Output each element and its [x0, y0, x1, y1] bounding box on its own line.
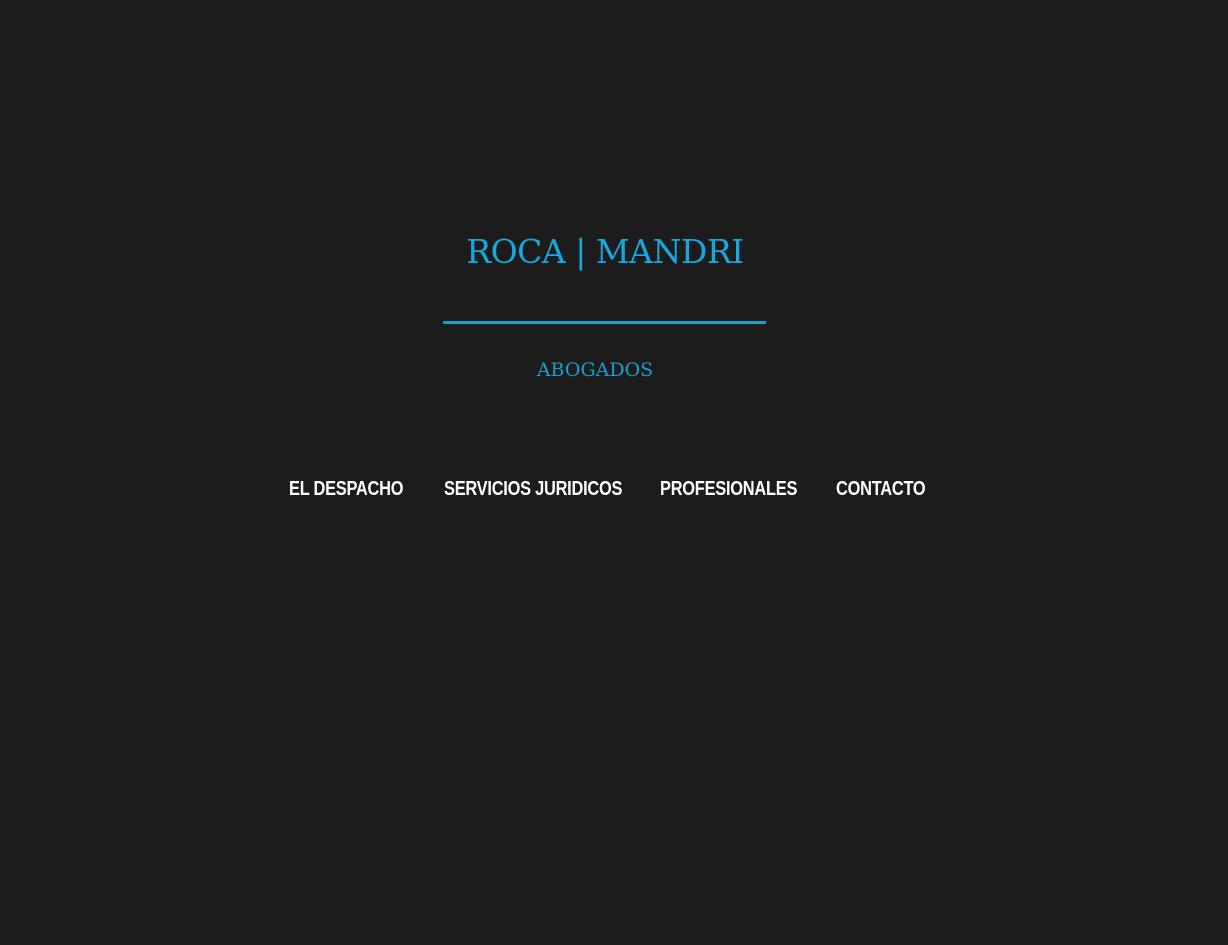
- nav-item-profesionales[interactable]: PROFESIONALES: [660, 478, 797, 501]
- divider: [443, 321, 766, 324]
- nav-item-servicios-juridicos[interactable]: SERVICIOS JURIDICOS: [444, 478, 622, 501]
- site-title: ROCA | MANDRI: [466, 232, 744, 271]
- nav-item-contacto[interactable]: CONTACTO: [836, 478, 926, 501]
- nav-item-el-despacho[interactable]: EL DESPACHO: [289, 478, 403, 501]
- site-subtitle: ABOGADOS: [536, 359, 654, 381]
